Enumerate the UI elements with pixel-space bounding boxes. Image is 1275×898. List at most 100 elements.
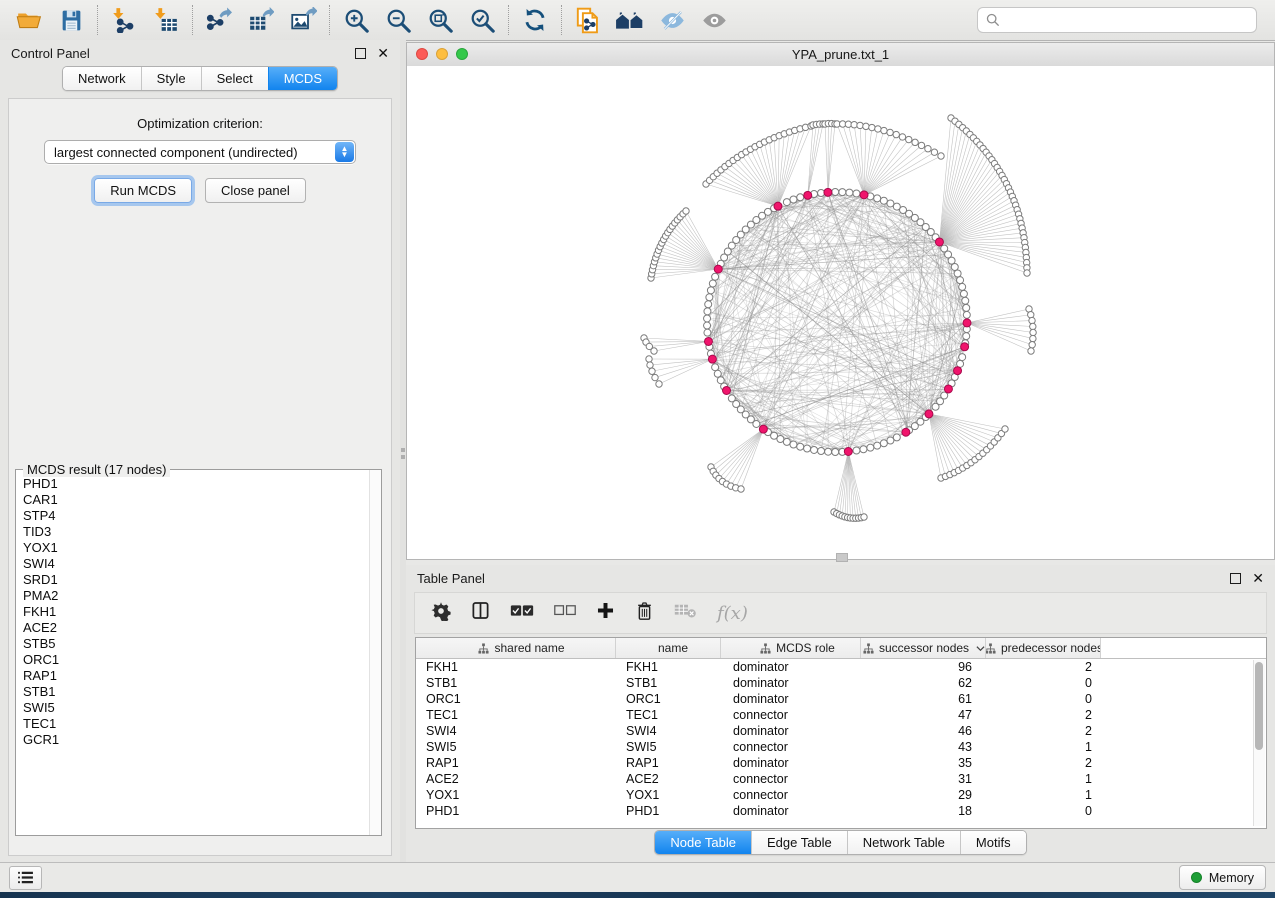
zoom-fit-button[interactable] <box>419 3 461 37</box>
gear-button[interactable] <box>431 601 451 626</box>
maximize-window-icon[interactable] <box>456 48 468 60</box>
delete-table-button[interactable] <box>674 602 697 624</box>
export-image-icon <box>290 7 317 34</box>
tab-style[interactable]: Style <box>141 67 201 90</box>
sort-descending-icon <box>976 645 985 652</box>
tab-motifs[interactable]: Motifs <box>960 831 1026 854</box>
open-file-button[interactable] <box>8 3 50 37</box>
result-node[interactable]: SWI4 <box>23 556 369 572</box>
clone-network-button[interactable] <box>567 3 609 37</box>
deselect-all-button[interactable] <box>554 603 576 623</box>
import-network-button[interactable] <box>103 3 145 37</box>
zoom-out-button[interactable] <box>377 3 419 37</box>
result-node[interactable]: SRD1 <box>23 572 369 588</box>
tab-node-table[interactable]: Node Table <box>655 831 751 854</box>
tab-edge-table[interactable]: Edge Table <box>751 831 847 854</box>
column-header-successor-nodes[interactable]: successor nodes <box>861 638 986 658</box>
column-header-predecessor-nodes[interactable]: predecessor nodes <box>986 638 1101 658</box>
criterion-dropdown[interactable]: largest connected component (undirected)… <box>44 140 356 164</box>
zoom-in-icon <box>343 7 370 34</box>
network-canvas[interactable] <box>407 66 1274 559</box>
function-builder-button[interactable]: f(x) <box>717 603 748 624</box>
eye-button[interactable] <box>693 3 735 37</box>
save-session-icon <box>59 8 84 33</box>
result-node[interactable]: GCR1 <box>23 732 369 748</box>
network-titlebar[interactable]: YPA_prune.txt_1 <box>407 43 1274 67</box>
result-node[interactable]: RAP1 <box>23 668 369 684</box>
table-row[interactable]: RAP1RAP1dominator352 <box>416 755 1266 771</box>
result-node[interactable]: ACE2 <box>23 620 369 636</box>
table-row[interactable]: YOX1YOX1connector291 <box>416 787 1266 803</box>
network-title: YPA_prune.txt_1 <box>792 47 889 62</box>
mcds-result-list[interactable]: PHD1CAR1STP4TID3YOX1SWI4SRD1PMA2FKH1ACE2… <box>16 472 369 835</box>
result-node[interactable]: CAR1 <box>23 492 369 508</box>
search-box[interactable] <box>977 7 1257 33</box>
memory-button[interactable]: Memory <box>1179 865 1266 890</box>
network-window: YPA_prune.txt_1 <box>406 42 1275 560</box>
table-row[interactable]: SWI5SWI5connector431 <box>416 739 1266 755</box>
tab-mcds[interactable]: MCDS <box>268 67 337 90</box>
result-node[interactable]: FKH1 <box>23 604 369 620</box>
horizontal-splitter-handle[interactable] <box>836 553 848 562</box>
run-mcds-button[interactable]: Run MCDS <box>94 178 192 203</box>
cytoscape-window: Control Panel ✕ Network Style Select MCD… <box>0 0 1275 898</box>
control-panel: Control Panel ✕ Network Style Select MCD… <box>0 40 400 862</box>
tab-select[interactable]: Select <box>201 67 268 90</box>
result-node[interactable]: TEC1 <box>23 716 369 732</box>
export-image-button[interactable] <box>282 3 324 37</box>
table-row[interactable]: TEC1TEC1connector472 <box>416 707 1266 723</box>
result-node[interactable]: ORC1 <box>23 652 369 668</box>
export-network-button[interactable] <box>198 3 240 37</box>
close-window-icon[interactable] <box>416 48 428 60</box>
float-table-panel-icon[interactable] <box>1230 573 1241 584</box>
eye-slash-button[interactable] <box>651 3 693 37</box>
select-all-button[interactable] <box>510 602 534 624</box>
result-node[interactable]: PMA2 <box>23 588 369 604</box>
result-scrollbar[interactable] <box>369 470 381 835</box>
open-file-icon <box>16 7 42 33</box>
export-network-icon <box>206 7 232 33</box>
column-header-shared-name[interactable]: shared name <box>416 638 616 658</box>
table-row[interactable]: SWI4SWI4dominator462 <box>416 723 1266 739</box>
minimize-window-icon[interactable] <box>436 48 448 60</box>
column-header-name[interactable]: name <box>616 638 721 658</box>
column-header-mcds-role[interactable]: MCDS role <box>721 638 861 658</box>
zoom-selected-button[interactable] <box>461 3 503 37</box>
result-node[interactable]: PHD1 <box>23 476 369 492</box>
table-scrollbar[interactable] <box>1253 660 1265 826</box>
result-node[interactable]: STB5 <box>23 636 369 652</box>
memory-status-icon <box>1191 872 1202 883</box>
close-panel-icon[interactable]: ✕ <box>377 48 389 58</box>
import-table-button[interactable] <box>145 3 187 37</box>
result-node[interactable]: STB1 <box>23 684 369 700</box>
search-input[interactable] <box>1006 12 1248 29</box>
table-row[interactable]: PHD1PHD1dominator180 <box>416 803 1266 819</box>
save-session-button[interactable] <box>50 3 92 37</box>
result-node[interactable]: STP4 <box>23 508 369 524</box>
refresh-button[interactable] <box>514 3 556 37</box>
zoom-in-button[interactable] <box>335 3 377 37</box>
zoom-fit-icon <box>427 7 454 34</box>
tab-network-table[interactable]: Network Table <box>847 831 960 854</box>
result-node[interactable]: TID3 <box>23 524 369 540</box>
task-history-button[interactable] <box>9 866 42 890</box>
table-row[interactable]: FKH1FKH1dominator962 <box>416 659 1266 675</box>
result-node[interactable]: SWI5 <box>23 700 369 716</box>
table-row[interactable]: ORC1ORC1dominator610 <box>416 691 1266 707</box>
columns-button[interactable] <box>471 601 490 625</box>
eye-slash-icon <box>659 7 686 34</box>
node-table-body: FKH1FKH1dominator962STB1STB1dominator620… <box>416 659 1266 819</box>
add-column-button[interactable] <box>596 601 615 625</box>
table-row[interactable]: STB1STB1dominator620 <box>416 675 1266 691</box>
eye-icon <box>701 7 728 34</box>
table-scrollbar-thumb[interactable] <box>1255 662 1263 750</box>
tab-network[interactable]: Network <box>63 67 141 90</box>
close-panel-button[interactable]: Close panel <box>205 178 306 203</box>
export-table-button[interactable] <box>240 3 282 37</box>
table-row[interactable]: ACE2ACE2connector311 <box>416 771 1266 787</box>
close-table-panel-icon[interactable]: ✕ <box>1252 573 1264 583</box>
result-node[interactable]: YOX1 <box>23 540 369 556</box>
delete-column-button[interactable] <box>635 600 654 626</box>
homes-button[interactable] <box>609 3 651 37</box>
float-panel-icon[interactable] <box>355 48 366 59</box>
